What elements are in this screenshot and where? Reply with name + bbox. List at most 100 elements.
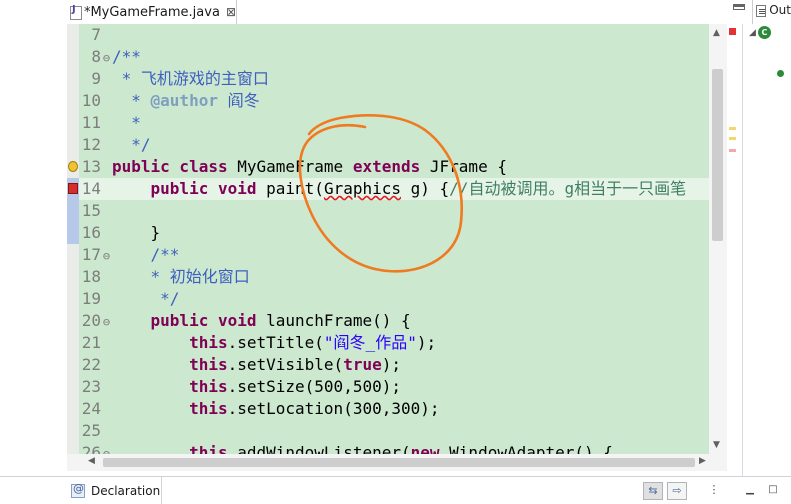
line-number: 23 bbox=[81, 377, 101, 396]
method-icon[interactable] bbox=[777, 70, 784, 77]
code-line[interactable]: 17 ⊖ /** bbox=[79, 244, 727, 266]
code-text: } bbox=[112, 223, 161, 242]
scroll-right-icon[interactable]: ▶ bbox=[699, 456, 706, 466]
line-number: 20 bbox=[81, 311, 101, 330]
overview-ruler[interactable] bbox=[727, 24, 737, 454]
fold-toggle-icon[interactable]: ⊖ bbox=[101, 47, 112, 69]
warning-overview-marker[interactable] bbox=[729, 127, 736, 130]
code-line[interactable]: 14 public void paint(Graphics g) {//自动被调… bbox=[68, 178, 727, 200]
fold-toggle-icon[interactable]: ⊖ bbox=[101, 245, 112, 267]
code-text: this.addWindowListener(new WindowAdapter… bbox=[189, 443, 613, 454]
line-number: 10 bbox=[81, 91, 101, 110]
fold-toggle-icon[interactable]: ⊖ bbox=[101, 443, 112, 454]
vertical-scrollbar[interactable]: ▲ ▼ bbox=[709, 24, 727, 454]
fold-toggle-icon[interactable]: ⊖ bbox=[101, 311, 112, 333]
code-text: * bbox=[112, 113, 141, 132]
code-line[interactable]: 19 */ bbox=[79, 288, 727, 310]
link-with-editor-icon[interactable]: ⇆ bbox=[643, 482, 663, 500]
scroll-down-icon[interactable]: ▼ bbox=[713, 440, 720, 450]
outline-icon bbox=[756, 5, 767, 17]
line-number: 11 bbox=[81, 113, 101, 132]
code-line[interactable]: 18 * 初始化窗口 bbox=[79, 266, 727, 288]
scroll-up-icon[interactable]: ▲ bbox=[713, 28, 720, 38]
line-number: 26 bbox=[81, 443, 101, 454]
code-line[interactable]: 24 this.setLocation(300,300); bbox=[79, 398, 727, 420]
editor-tab-strip: *MyGameFrame.java ⊠ Out bbox=[0, 0, 791, 24]
code-text: public void launchFrame() { bbox=[150, 311, 411, 330]
view-menu-icon[interactable]: ⋮ bbox=[708, 482, 720, 500]
code-line[interactable]: 26 ⊖ this.addWindowListener(new WindowAda… bbox=[79, 442, 727, 454]
code-line[interactable]: 8 ⊖/** bbox=[79, 46, 727, 68]
line-number: 24 bbox=[81, 399, 101, 418]
code-text: /** bbox=[150, 245, 180, 264]
line-number: 12 bbox=[81, 135, 101, 154]
code-line[interactable]: 15 bbox=[79, 200, 727, 222]
horizontal-scroll-thumb[interactable] bbox=[103, 458, 695, 467]
line-number: 9 bbox=[91, 69, 101, 88]
code-line[interactable]: 7 bbox=[79, 24, 727, 46]
tab-mygameframe-java[interactable]: *MyGameFrame.java ⊠ bbox=[67, 0, 237, 24]
code-text: * 飞机游戏的主窗口 bbox=[112, 69, 269, 88]
line-number: 16 bbox=[81, 223, 101, 242]
bottom-panel-bar: Declaration ⇆ ⇨ ⋮ ▁ □ bbox=[0, 476, 791, 504]
scroll-left-icon[interactable]: ◀ bbox=[88, 456, 95, 466]
close-tab-icon[interactable]: ⊠ bbox=[226, 5, 236, 19]
code-line[interactable]: 23 this.setSize(500,500); bbox=[79, 376, 727, 398]
code-text: this.setSize(500,500); bbox=[189, 377, 401, 396]
error-marker-icon[interactable] bbox=[68, 183, 78, 194]
outline-class-item[interactable]: ◢ C bbox=[749, 26, 771, 39]
tab-outline[interactable]: Out bbox=[752, 0, 791, 24]
declaration-tab-label: Declaration bbox=[91, 484, 161, 498]
tab-title: *MyGameFrame.java bbox=[83, 4, 220, 20]
code-line[interactable]: 11 * bbox=[79, 112, 727, 134]
vertical-scroll-thumb[interactable] bbox=[712, 69, 723, 241]
code-text: /** bbox=[112, 47, 141, 66]
tab-declaration[interactable]: Declaration bbox=[67, 477, 162, 504]
code-line[interactable]: 21 this.setTitle("阎冬_作品"); bbox=[79, 332, 727, 354]
line-number: 21 bbox=[81, 333, 101, 352]
line-number: 22 bbox=[81, 355, 101, 374]
code-text: */ bbox=[112, 289, 180, 308]
declaration-icon bbox=[71, 482, 85, 498]
code-text: * 初始化窗口 bbox=[112, 267, 250, 286]
maximize-icon[interactable]: □ bbox=[763, 482, 783, 500]
line-number: 8 bbox=[91, 47, 101, 66]
code-text: public class MyGameFrame extends JFrame … bbox=[112, 157, 507, 176]
code-lines: 7 8 ⊖/** 9 * 飞机游戏的主窗口 10 * @author 阎冬 11 * 12 … bbox=[68, 24, 727, 454]
expand-triangle-icon[interactable]: ◢ bbox=[749, 28, 756, 38]
error-overview-marker[interactable] bbox=[729, 149, 736, 152]
error-overview-marker[interactable] bbox=[729, 28, 736, 35]
line-number: 19 bbox=[81, 289, 101, 308]
outline-tab-label: Out bbox=[769, 3, 791, 17]
warning-marker-icon[interactable] bbox=[68, 161, 78, 172]
code-text: this.setVisible(true); bbox=[189, 355, 401, 374]
code-line[interactable]: 12 */ bbox=[79, 134, 727, 156]
code-line[interactable]: 13 public class MyGameFrame extends JFram… bbox=[68, 156, 727, 178]
java-file-icon bbox=[70, 4, 82, 20]
minimize-icon[interactable]: ▁ bbox=[740, 482, 760, 500]
code-text: public void paint(Graphics g) {//自动被调用。g… bbox=[150, 179, 687, 198]
code-line[interactable]: 9 * 飞机游戏的主窗口 bbox=[79, 68, 727, 90]
code-text: * @author 阎冬 bbox=[112, 91, 260, 110]
line-number: 25 bbox=[81, 421, 101, 440]
code-line[interactable]: 10 * @author 阎冬 bbox=[79, 90, 727, 112]
code-text: this.setLocation(300,300); bbox=[189, 399, 440, 418]
code-text: */ bbox=[112, 135, 151, 154]
code-line[interactable]: 16 } bbox=[79, 222, 727, 244]
code-line[interactable]: 22 this.setVisible(true); bbox=[79, 354, 727, 376]
line-number: 13 bbox=[81, 157, 101, 176]
open-input-icon[interactable]: ⇨ bbox=[667, 482, 687, 500]
line-number: 7 bbox=[91, 25, 101, 44]
code-line[interactable]: 20 ⊖ public void launchFrame() { bbox=[79, 310, 727, 332]
line-number: 14 bbox=[81, 179, 101, 198]
code-text: this.setTitle("阎冬_作品"); bbox=[189, 333, 437, 352]
minimize-editor-icon[interactable] bbox=[733, 4, 745, 10]
line-number: 18 bbox=[81, 267, 101, 286]
warning-overview-marker[interactable] bbox=[729, 137, 736, 140]
line-number: 15 bbox=[81, 201, 101, 220]
code-editor[interactable]: 7 8 ⊖/** 9 * 飞机游戏的主窗口 10 * @author 阎冬 11 * 12 … bbox=[67, 24, 727, 454]
horizontal-scrollbar[interactable]: ◀ ▶ bbox=[67, 454, 727, 471]
code-line[interactable]: 25 bbox=[79, 420, 727, 442]
line-number: 17 bbox=[81, 245, 101, 264]
class-icon: C bbox=[757, 26, 771, 39]
